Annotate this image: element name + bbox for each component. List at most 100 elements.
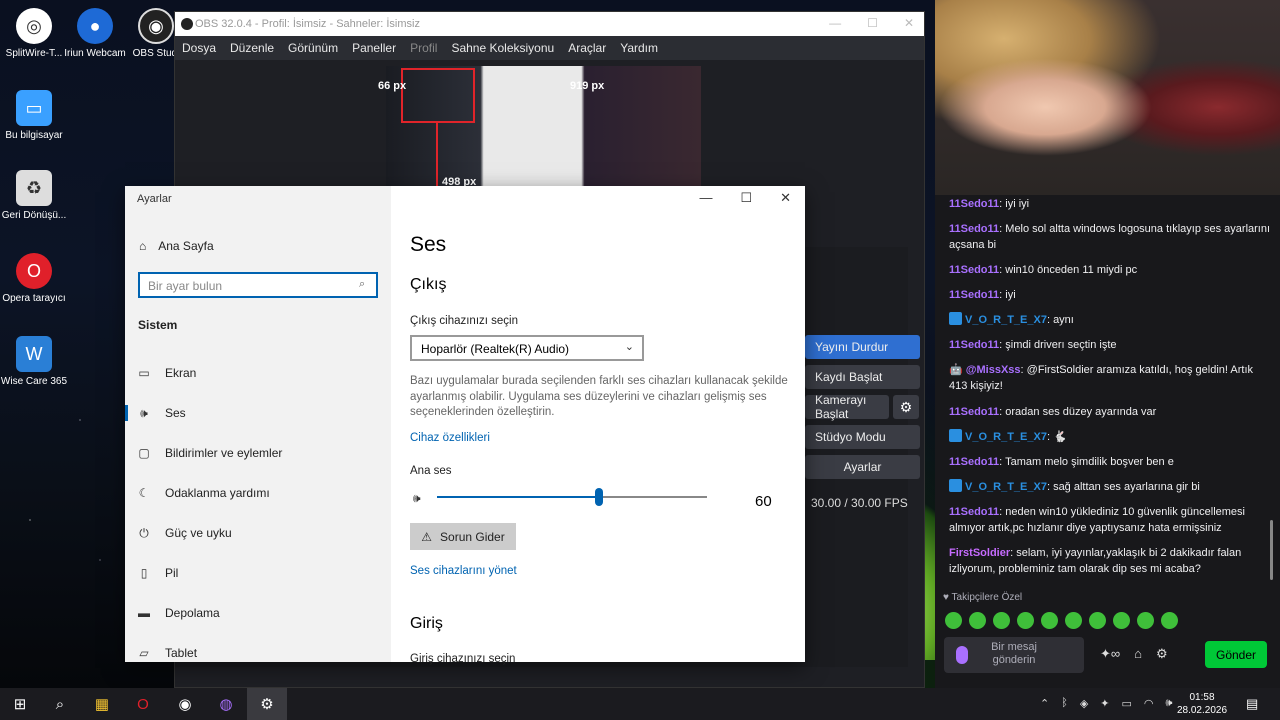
home-label: Ana Sayfa (158, 239, 214, 253)
obs-icon[interactable]: ◉ (165, 688, 205, 720)
emote-icon[interactable] (1137, 612, 1154, 629)
send-button[interactable]: Gönder (1205, 641, 1267, 668)
source-bounding-box[interactable] (401, 68, 475, 123)
desktop-icon-this-pc[interactable]: ▭ Bu bilgisayar (0, 90, 68, 143)
opera-icon[interactable]: O (123, 688, 163, 720)
emote-icon[interactable] (993, 612, 1010, 629)
chat-message: FirstSoldier: selam, iyi yayınlar,yaklaş… (949, 547, 1242, 575)
store-icon[interactable]: ⌂ (1134, 646, 1142, 662)
emote-icon[interactable] (1161, 612, 1178, 629)
nav-item-bildirimler[interactable]: ▢ Bildirimler ve eylemler (125, 436, 391, 470)
emote-icon[interactable] (1113, 612, 1130, 629)
gear-icon[interactable]: ⚙ (893, 395, 919, 419)
bits-icon[interactable]: ✦∞ (1100, 646, 1120, 662)
maximize-icon[interactable]: ☐ (740, 190, 752, 206)
chat-username[interactable]: 11Sedo11 (949, 264, 999, 276)
stop-stream-button[interactable]: Yayını Durdur (805, 335, 920, 359)
nav-item-odaklanma[interactable]: ☾ Odaklanma yardımı (125, 476, 391, 510)
chat-message: V_O_R_T_E_X7: sağ alttan ses ayarlarına … (949, 479, 1274, 495)
mic-icon[interactable] (956, 646, 968, 664)
chat-username[interactable]: @MissXss (966, 364, 1021, 376)
nav-item-pil[interactable]: ▯ Pil (125, 556, 391, 590)
minimize-icon[interactable]: — (829, 16, 841, 30)
volume-thumb[interactable] (595, 488, 603, 506)
emote-icon[interactable] (1065, 612, 1082, 629)
chevron-up-icon[interactable]: ⌃ (1040, 697, 1049, 710)
chat-username[interactable]: 11Sedo11 (949, 506, 999, 518)
emote-icon[interactable] (1089, 612, 1106, 629)
home-icon: ⌂ (139, 239, 147, 253)
start-recording-button[interactable]: Kaydı Başlat (805, 365, 920, 389)
discord-icon[interactable]: ◈ (1080, 697, 1088, 710)
chat-scrollbar[interactable] (1270, 520, 1273, 580)
chat-username[interactable]: 11Sedo11 (949, 406, 999, 418)
desktop-icon-iriun[interactable]: ● Iriun Webcam (61, 8, 129, 61)
desktop-icon-wise-care[interactable]: W Wise Care 365 (0, 336, 68, 389)
bluetooth-icon[interactable]: ᛒ (1061, 697, 1068, 710)
desktop-icon-opera[interactable]: O Opera tarayıcı (0, 253, 68, 306)
studio-mode-button[interactable]: Stüdyo Modu (805, 425, 920, 449)
menu-araclar[interactable]: Araçlar (561, 41, 613, 55)
clock[interactable]: 01:58 28.02.2026 (1172, 691, 1232, 717)
obs-settings-button[interactable]: Ayarlar (805, 455, 920, 479)
chat-text: şimdi driverı seçtin işte (1005, 339, 1117, 351)
troubleshoot-button[interactable]: ⚠ Sorun Gider (410, 523, 516, 550)
chat-username[interactable]: V_O_R_T_E_X7 (965, 481, 1047, 493)
guide-label-left: 66 px (378, 80, 407, 92)
desktop-icon-splitwire[interactable]: ◎ SplitWire-T... (0, 8, 68, 61)
emote-icon[interactable] (945, 612, 962, 629)
app-icon[interactable]: ◍ (206, 688, 246, 720)
chat-username[interactable]: V_O_R_T_E_X7 (965, 314, 1047, 326)
chat-username[interactable]: 11Sedo11 (949, 223, 999, 235)
emote-icon[interactable] (1041, 612, 1058, 629)
search-icon[interactable]: ⌕ (359, 278, 385, 291)
chat-username[interactable]: 11Sedo11 (949, 339, 999, 351)
menu-yardim[interactable]: Yardım (613, 41, 665, 55)
start-camera-button[interactable]: Kamerayı Başlat (805, 393, 889, 421)
nav-item-tablet[interactable]: ▱ Tablet (125, 636, 391, 670)
maximize-icon[interactable]: ☐ (867, 16, 878, 30)
settings-gear-icon[interactable]: ⚙ (247, 688, 287, 720)
menu-gorunum[interactable]: Görünüm (281, 41, 345, 55)
chat-username[interactable]: 11Sedo11 (949, 456, 999, 468)
chat-username[interactable]: V_O_R_T_E_X7 (965, 431, 1047, 443)
desktop-icon-label: Iriun Webcam (64, 48, 126, 59)
menu-profil[interactable]: Profil (403, 41, 444, 55)
obs-preview[interactable]: 66 px 919 px 498 px (378, 66, 701, 188)
menu-paneller[interactable]: Paneller (345, 41, 403, 55)
manage-sound-devices-link[interactable]: Ses cihazlarını yönet (410, 565, 517, 577)
start-windows-icon[interactable]: ⊞ (0, 688, 40, 720)
close-icon[interactable]: ✕ (904, 16, 914, 30)
gear-icon[interactable]: ⚙ (1156, 646, 1168, 662)
minimize-icon[interactable]: — (699, 190, 712, 206)
obs-title-bar: OBS 32.0.4 - Profil: İsimsiz - Sahneler:… (175, 12, 924, 36)
settings-search-input[interactable]: Bir ayar bulun (138, 272, 378, 298)
chat-username[interactable]: FirstSoldier (949, 547, 1010, 559)
menu-duzenle[interactable]: Düzenle (223, 41, 281, 55)
output-device-dropdown[interactable]: Hoparlör (Realtek(R) Audio) ⌄ (410, 335, 644, 361)
close-icon[interactable]: ✕ (780, 190, 791, 206)
nav-item-depolama[interactable]: ▬ Depolama (125, 596, 391, 630)
speaker-icon[interactable]: 🕪 (413, 491, 421, 506)
emote-icon[interactable] (969, 612, 986, 629)
desktop-icon-recycle-bin[interactable]: ♻ Geri Dönüşü... (0, 170, 68, 223)
desktop-icon-label: Wise Care 365 (0, 376, 68, 387)
emote-icon[interactable] (1017, 612, 1034, 629)
chat-username[interactable]: 11Sedo11 (949, 198, 999, 210)
chat-message: 11Sedo11: win10 önceden 11 miydi pc (949, 264, 1138, 276)
file-explorer-icon[interactable]: ▦ (82, 688, 122, 720)
chat-username[interactable]: 11Sedo11 (949, 289, 999, 301)
nav-item-guc[interactable]: ⏻ Güç ve uyku (125, 516, 391, 550)
search-icon[interactable]: ⌕ (40, 688, 80, 720)
home-link[interactable]: ⌂ Ana Sayfa (139, 239, 214, 253)
menu-dosya[interactable]: Dosya (175, 41, 223, 55)
notification-icon[interactable]: ▤ (1246, 696, 1258, 712)
device-properties-link[interactable]: Cihaz özellikleri (410, 432, 490, 444)
master-volume-slider[interactable] (437, 488, 707, 506)
battery-icon[interactable]: ▭ (1122, 697, 1132, 710)
tray-app-icon[interactable]: ✦ (1100, 697, 1109, 710)
menu-sahne-koleksiyonu[interactable]: Sahne Koleksiyonu (444, 41, 561, 55)
nav-item-ekran[interactable]: ▭ Ekran (125, 356, 391, 390)
nav-item-ses[interactable]: 🕪 Ses (125, 396, 391, 430)
wifi-icon[interactable]: ◠ (1144, 697, 1154, 710)
